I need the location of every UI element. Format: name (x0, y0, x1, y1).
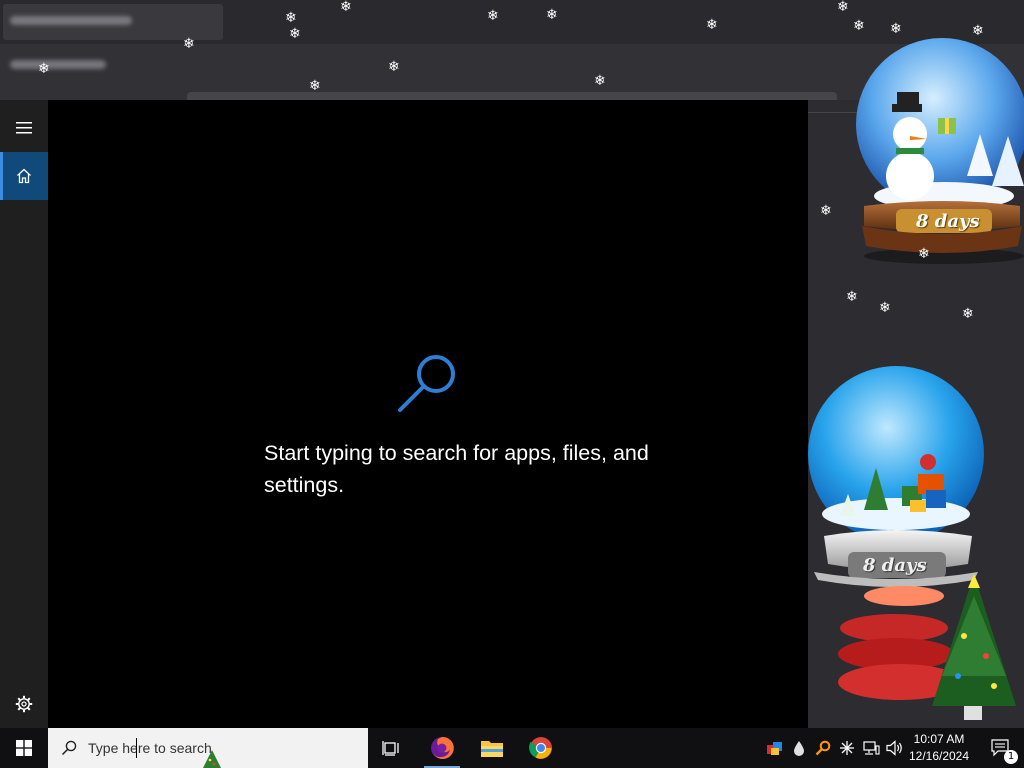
hamburger-icon (16, 122, 32, 134)
snowflake-decoration: ❄ (918, 246, 930, 262)
search-icon (398, 355, 455, 412)
search-empty-message: Start typing to search for apps, files, … (264, 441, 649, 497)
snowflake-decoration: ❄ (388, 59, 400, 75)
clock-time: 10:07 AM (913, 732, 965, 746)
snowflake-decoration: ❄ (546, 7, 558, 23)
hamburger-menu-button[interactable] (0, 104, 48, 152)
gift-globe-widget[interactable]: 8 days (808, 364, 992, 588)
snowflake-decoration: ❄ (289, 26, 301, 42)
sparkle-icon (840, 741, 854, 755)
magnifier-icon (815, 740, 831, 756)
snowflake-decoration: ❄ (309, 78, 321, 94)
taskbar-clock[interactable]: 10:07 AM 12/16/2024 (908, 731, 970, 765)
taskbar: Type here to search 10:07 AM 12/16/2024 … (0, 728, 1024, 768)
file-explorer-taskbar-button[interactable] (468, 728, 516, 768)
snowman-globe-widget[interactable]: 8 days (852, 36, 1024, 266)
snowflake-decoration: ❄ (820, 203, 832, 219)
speaker-icon (886, 740, 902, 756)
blurred-text (10, 60, 106, 69)
snowflake-decoration: ❄ (846, 289, 858, 305)
search-icon (61, 740, 77, 756)
home-icon (17, 168, 31, 184)
snowflake-decoration: ❄ (890, 21, 902, 37)
droplet-icon (794, 741, 804, 756)
snowman-globe-countdown: 8 days (916, 211, 980, 232)
windows-logo-icon (16, 740, 32, 756)
network-button[interactable] (860, 728, 882, 768)
action-center-button[interactable]: 1 (978, 728, 1024, 768)
text-caret (136, 738, 137, 758)
search-nav-rail (0, 100, 48, 728)
snowflake-decoration: ❄ (962, 306, 974, 322)
tray-sparkle-button[interactable] (836, 728, 858, 768)
search-panel: Start typing to search for apps, files, … (0, 100, 808, 728)
taskbar-search-box[interactable]: Type here to search (48, 728, 368, 768)
chrome-icon (529, 737, 552, 759)
tray-app-button[interactable] (764, 728, 786, 768)
blurred-text (10, 16, 132, 25)
taskbar-search-placeholder: Type here to search (88, 740, 212, 756)
folder-icon (481, 741, 503, 757)
snowflake-decoration: ❄ (594, 73, 606, 89)
christmas-tree-icon (203, 750, 221, 768)
snowflake-decoration: ❄ (706, 17, 718, 33)
clock-date: 12/16/2024 (908, 749, 970, 763)
start-button[interactable] (0, 728, 48, 768)
search-results-area: Start typing to search for apps, files, … (48, 100, 808, 728)
network-icon (863, 741, 880, 755)
snowflake-decoration: ❄ (340, 0, 352, 15)
snowflake-decoration: ❄ (972, 23, 984, 39)
app-tray-icon (767, 742, 782, 755)
snowflake-decoration: ❄ (853, 18, 865, 34)
snowflake-decoration: ❄ (879, 300, 891, 316)
christmas-tree-widget[interactable] (824, 566, 1024, 728)
task-view-button[interactable] (368, 728, 416, 768)
home-button[interactable] (0, 152, 48, 200)
settings-button[interactable] (0, 680, 48, 728)
chrome-taskbar-button[interactable] (517, 728, 565, 768)
gear-icon (15, 695, 33, 713)
snowflake-decoration: ❄ (837, 0, 849, 15)
christmas-tree-image (838, 574, 1016, 720)
snowflake-decoration: ❄ (183, 36, 195, 52)
tray-droplet-button[interactable] (788, 728, 810, 768)
snowflake-decoration: ❄ (285, 10, 297, 26)
firefox-taskbar-button[interactable] (418, 728, 466, 768)
snowflake-decoration: ❄ (487, 8, 499, 24)
firefox-icon (431, 736, 454, 759)
tray-search-button[interactable] (812, 728, 834, 768)
notification-count-badge: 1 (1004, 750, 1018, 764)
snowflake-decoration: ❄ (38, 61, 50, 77)
background-tab (3, 4, 223, 40)
task-view-icon (382, 741, 399, 756)
volume-button[interactable] (884, 728, 906, 768)
